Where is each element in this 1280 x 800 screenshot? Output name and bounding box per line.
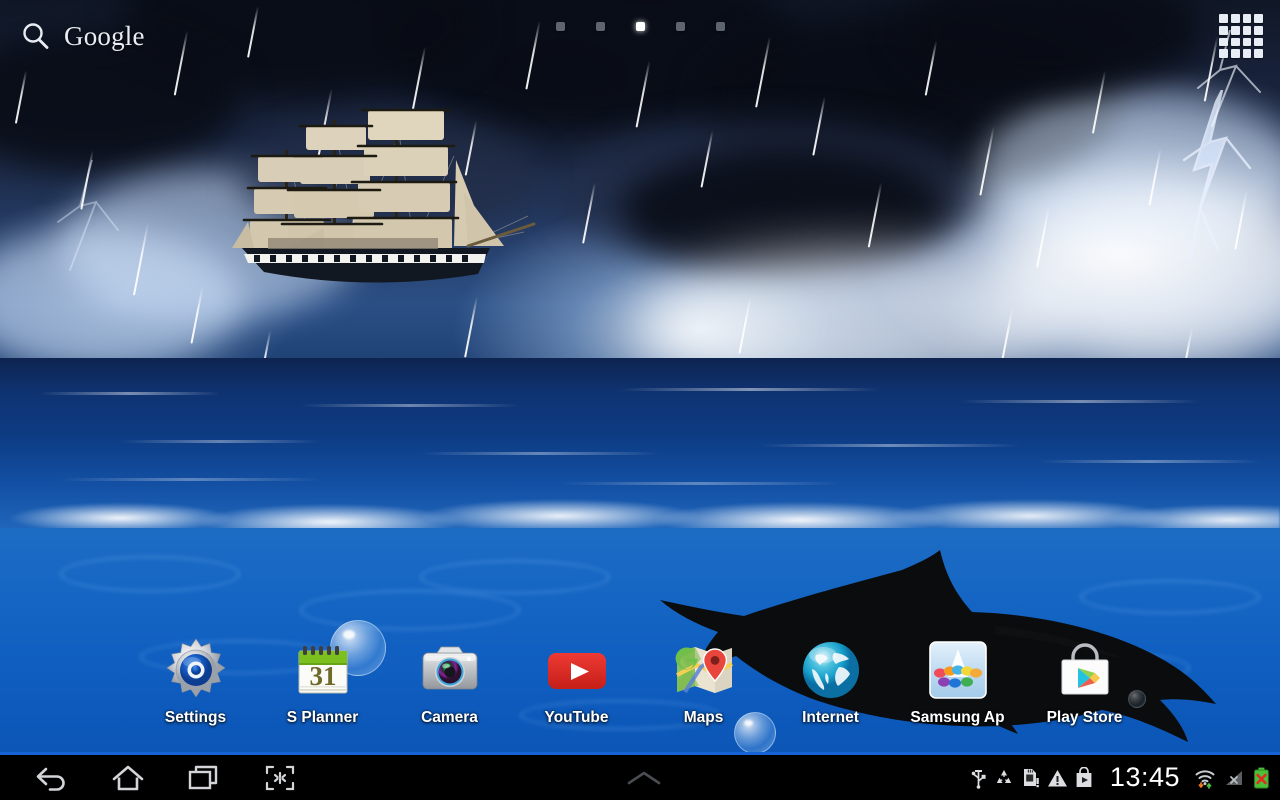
back-button[interactable] — [14, 755, 90, 800]
usb-icon — [970, 767, 987, 789]
page-dot-4[interactable] — [675, 22, 685, 31]
page-indicator — [0, 22, 1280, 31]
app-label: Camera — [421, 709, 478, 726]
app-maps[interactable]: Maps — [640, 637, 767, 727]
app-label: Internet — [802, 709, 859, 726]
youtube-icon — [544, 637, 610, 703]
play-store-update-icon — [1075, 767, 1093, 788]
recent-apps-icon — [188, 765, 218, 789]
app-label: Play Store — [1046, 709, 1123, 726]
globe-icon — [798, 637, 864, 703]
page-dot-2[interactable] — [595, 22, 605, 31]
app-label: Samsung Ap — [910, 709, 1005, 726]
samsung-apps-icon — [925, 637, 991, 703]
calendar-icon: 31 — [290, 637, 356, 703]
app-label: S Planner — [286, 709, 359, 726]
battery-error-icon — [1253, 767, 1270, 789]
home-button[interactable] — [90, 755, 166, 800]
calendar-day-number: 31 — [309, 661, 336, 691]
chevron-up-icon — [627, 771, 661, 784]
app-label: YouTube — [544, 709, 609, 726]
app-label: Maps — [683, 709, 724, 726]
nav-buttons — [0, 755, 318, 800]
page-dot-5[interactable] — [715, 22, 725, 31]
recycle-icon — [994, 768, 1014, 788]
recents-button[interactable] — [166, 755, 242, 800]
settings-gear-icon — [163, 637, 229, 703]
app-play-store[interactable]: Play Store — [1021, 637, 1148, 727]
app-label: Settings — [164, 709, 227, 726]
apps-grid-icon[interactable] — [1219, 14, 1263, 58]
page-dot-1[interactable] — [555, 22, 565, 31]
wifi-icon — [1193, 766, 1217, 790]
sd-card-warning-icon — [1021, 767, 1040, 788]
screen-capture-icon — [265, 765, 295, 790]
warning-icon — [1047, 768, 1068, 788]
status-icons[interactable]: 13:45 — [970, 762, 1280, 793]
app-samsung-apps[interactable]: Samsung Ap — [894, 637, 1021, 727]
maps-icon — [671, 637, 737, 703]
play-store-icon — [1052, 637, 1118, 703]
back-arrow-icon — [36, 767, 65, 791]
navigation-bar: 13:45 — [0, 752, 1280, 800]
app-youtube[interactable]: YouTube — [513, 637, 640, 727]
home-screen: Google Settings 31 S Planner Camera YouT… — [0, 0, 1280, 800]
mini-apps-handle[interactable] — [318, 768, 970, 788]
app-s-planner[interactable]: 31 S Planner — [259, 637, 386, 727]
page-dot-3[interactable] — [635, 22, 645, 31]
tall-ship — [232, 108, 536, 283]
status-clock: 13:45 — [1109, 762, 1180, 792]
app-camera[interactable]: Camera — [386, 637, 513, 727]
app-settings[interactable]: Settings — [132, 637, 259, 727]
google-search-widget[interactable]: Google — [12, 14, 153, 58]
app-dock: Settings 31 S Planner Camera YouTube Map… — [0, 637, 1280, 755]
camera-icon — [417, 637, 483, 703]
lightning-icon — [57, 160, 119, 271]
signal-off-icon — [1224, 768, 1246, 788]
app-internet[interactable]: Internet — [767, 637, 894, 727]
home-icon — [112, 765, 144, 790]
screenshot-button[interactable] — [242, 755, 318, 800]
